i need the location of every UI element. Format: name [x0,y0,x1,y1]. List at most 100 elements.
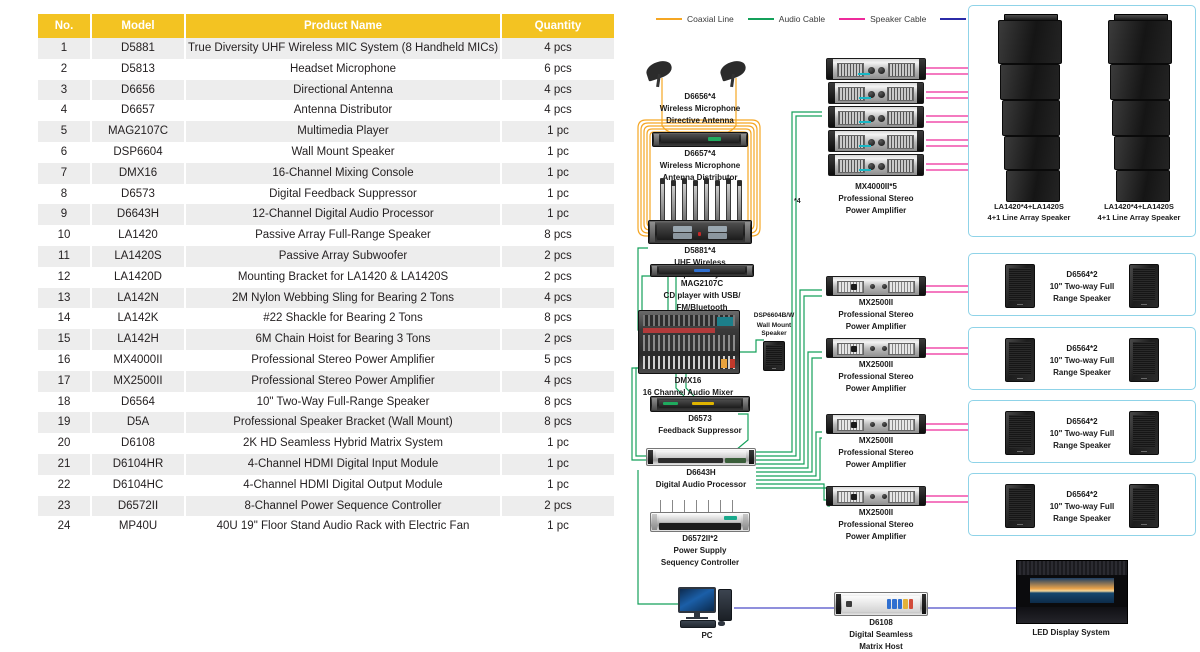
table-row: 18 D6564 10" Two-Way Full-Range Speaker 8 p… [38,391,614,413]
handheld-mic-icon [682,178,687,222]
amplifier-unit [826,486,926,506]
table-row: 9 D6643H 12-Channel Digital Audio Processo… [38,204,614,226]
cell-product-name: True Diversity UHF Wireless MIC System (… [185,38,502,59]
equipment-table: No. Model Product Name Quantity 1 D5881 Tr… [38,14,614,538]
pc-workstation: PC [676,585,738,641]
array-right-label-line1: LA1420*4+LA1420S [1104,202,1174,211]
cell-model: DMX16 [91,162,186,184]
digital-audio-processor: D6643H Digital Audio Processor [646,448,756,490]
cell-quantity: 1 pc [547,187,569,200]
cd-player-label-line1: MAG2107C [680,279,724,288]
table-row: 10 LA1420 Passive Array Full-Range Speaker… [38,225,614,246]
mx2500-amplifier: MX2500II Professional Stereo Power Amplifi… [826,486,926,542]
table-row: 14 LA142K #22 Shackle for Bearing 2 Tons 8 … [38,308,614,330]
led-display-system: LED Display System [1016,560,1128,638]
handheld-mic-icon [660,178,665,222]
wall-speaker-label-line2: Wall Mount Speaker [756,322,792,338]
amplifier-unit [828,82,924,104]
cell-model: D6657 [91,100,186,122]
cell-quantity: 2 pcs [544,270,572,283]
cell-no: 19 [38,412,92,434]
cell-product-name: Professional Stereo Power Amplifier [185,349,502,371]
cell-no: 7 [38,162,92,184]
amplifier-unit [826,338,926,358]
cell-no: 2 [38,58,92,80]
table-row: 6 DSP6604 Wall Mount Speaker 1 pc [38,141,614,163]
cell-no: 11 [38,245,92,267]
feedback-suppressor: D6573 Feedback Suppressor [650,396,750,436]
cell-model: D5881 [91,38,186,59]
table-row: 21 D6104HR 4-Channel HDMI Digital Input Mo… [38,453,614,475]
cell-model: MX2500II [91,370,186,392]
cell-product-name: 12-Channel Digital Audio Processor [185,204,502,226]
cell-model: D6564 [91,391,186,413]
cd-player: MAG2107C CD player with USB/ FM/Bluetoot… [650,264,754,313]
cell-no: 3 [38,79,92,101]
d6564-speaker-icon [1005,264,1035,308]
cell-product-name: Antenna Distributor [185,100,502,122]
cell-quantity: 1 pc [547,166,569,179]
cell-model: D6656 [91,79,186,101]
mx2500-amplifier: MX2500II Professional Stereo Power Amplifi… [826,276,926,332]
cell-quantity: 4 pcs [544,291,572,304]
d6564-speaker-icon [1129,264,1159,308]
cell-no: 12 [38,266,92,288]
power-sequencer: D6572II*2 Power Supply Sequency Controll… [650,500,750,568]
table-row: 22 D6104HC 4-Channel HDMI Digital Output M… [38,474,614,496]
led-display-label: LED Display System [1032,628,1110,637]
audio-mixer: DMX16 16 Channel Audio Mixer [638,310,740,398]
amplifier-unit [828,106,924,128]
cell-quantity: 8 pcs [544,229,572,242]
cell-product-name: 16-Channel Mixing Console [185,162,502,184]
d6564-label-line2: 10" Two-way Full [1049,282,1115,291]
cell-no: 24 [38,516,92,538]
cell-quantity: 4 pcs [544,374,572,387]
suppressor-chassis [650,396,750,412]
column-header-no: No. [38,14,92,38]
amp-main-label-line1: MX4000II*5 [855,182,897,191]
mixer-label-line1: DMX16 [674,376,702,385]
cell-no: 21 [38,453,92,475]
sequencer-label-line2: Power Supply [673,546,727,555]
speaker-group-box: D6564*2 10" Two-way Full Range Speaker [968,473,1196,536]
antenna-left [642,58,684,92]
table-row: 16 MX4000II Professional Stereo Power Ampl… [38,349,614,371]
table-row: 24 MP40U 40U 19" Floor Stand Audio Rack wi… [38,516,614,538]
mic-receiver-chassis [648,220,752,244]
antenna-right [716,58,758,92]
cell-quantity: 1 pc [547,145,569,158]
cell-model: D5A [91,412,186,434]
mx2500-amplifier: MX2500II Professional Stereo Power Amplifi… [826,414,926,470]
cd-player-label-line2: CD player with USB/ [663,291,741,300]
amplifier-unit [828,130,924,152]
array-left-label-line2: 4+1 Line Array Speaker [987,213,1071,223]
table-row: 2 D5813 Headset Microphone 6 pcs [38,58,614,80]
handheld-mic-icon [671,180,676,222]
cell-no: 23 [38,495,92,517]
cell-product-name: Professional Speaker Bracket (Wall Mount… [185,412,502,434]
line-array-left-graphic [976,10,1082,202]
sequencer-antenna-pins [650,500,750,512]
cell-quantity: 6 pcs [544,62,572,75]
table-row: 8 D6573 Digital Feedback Suppressor 1 pc [38,183,614,205]
led-wall-icon [1016,560,1128,624]
cell-no: 22 [38,474,92,496]
cell-product-name: 6M Chain Hoist for Bearing 3 Tons [185,329,502,350]
amp-2500-label-line2: Professional Stereo [838,520,914,529]
table-row: 19 D5A Professional Speaker Bracket (Wall … [38,412,614,434]
cell-model: LA142K [91,308,186,330]
distributor-label-line2: Wireless Microphone [659,161,741,170]
pc-monitor-icon [678,587,716,613]
cell-product-name: Passive Array Subwoofer [185,245,502,267]
amp-2500-label-line1: MX2500II [858,508,894,517]
cell-model: D6572II [91,495,186,517]
d6564-label-line2: 10" Two-way Full [1049,429,1115,438]
amp-main-label-line2: Professional Stereo [838,194,914,203]
amplifier-stack-units [826,58,926,178]
handheld-mic-group [658,178,742,222]
d6564-speaker-icon [1005,411,1035,455]
pc-graphic [676,585,738,628]
cell-no: 17 [38,370,92,392]
amp-2500-label-line2: Professional Stereo [838,372,914,381]
d6564-label-line1: D6564*2 [1066,270,1098,279]
